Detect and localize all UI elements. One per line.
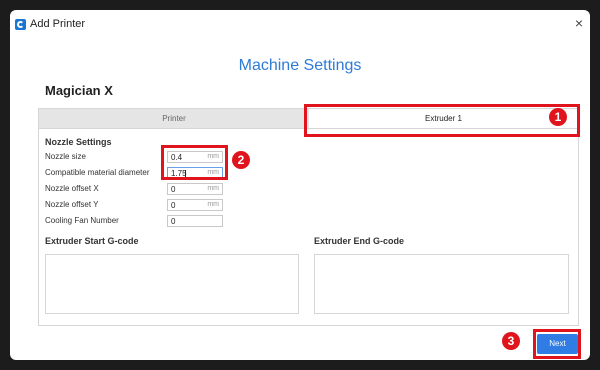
step-badge-3: 3: [502, 332, 520, 350]
start-gcode-label: Extruder Start G-code: [45, 236, 139, 246]
nozzle-offset-x-value: 0: [171, 185, 176, 194]
nozzle-offset-y-value: 0: [171, 201, 176, 210]
nozzle-size-label: Nozzle size: [45, 152, 86, 161]
cooling-fan-input[interactable]: 0: [167, 215, 223, 227]
nozzle-offset-y-label: Nozzle offset Y: [45, 200, 99, 209]
nozzle-offset-y-unit: mm: [207, 201, 219, 208]
highlight-nozzle-fields: [161, 145, 228, 180]
end-gcode-textarea[interactable]: [314, 254, 569, 314]
nozzle-offset-x-unit: mm: [207, 185, 219, 192]
highlight-extruder-tab: [304, 104, 580, 137]
creality-logo-icon: [15, 19, 26, 30]
tab-printer[interactable]: Printer: [39, 109, 309, 128]
step-badge-1: 1: [549, 108, 567, 126]
nozzle-offset-x-label: Nozzle offset X: [45, 184, 99, 193]
title-bar: Add Printer ×: [10, 10, 590, 38]
window-title: Add Printer: [30, 18, 86, 30]
nozzle-offset-x-input[interactable]: 0 mm: [167, 183, 223, 195]
start-gcode-textarea[interactable]: [45, 254, 299, 314]
cooling-fan-value: 0: [171, 217, 176, 226]
machine-name: Magician X: [45, 83, 113, 98]
end-gcode-label: Extruder End G-code: [314, 236, 405, 246]
add-printer-dialog: Add Printer × Machine Settings Magician …: [10, 10, 590, 360]
highlight-next-button: [533, 329, 581, 359]
nozzle-settings-title: Nozzle Settings: [45, 137, 112, 147]
step-badge-2: 2: [232, 151, 250, 169]
material-diameter-label: Compatible material diameter: [45, 168, 150, 177]
close-button[interactable]: ×: [571, 14, 587, 32]
nozzle-offset-y-input[interactable]: 0 mm: [167, 199, 223, 211]
cooling-fan-label: Cooling Fan Number: [45, 216, 119, 225]
page-heading: Machine Settings: [238, 57, 362, 74]
